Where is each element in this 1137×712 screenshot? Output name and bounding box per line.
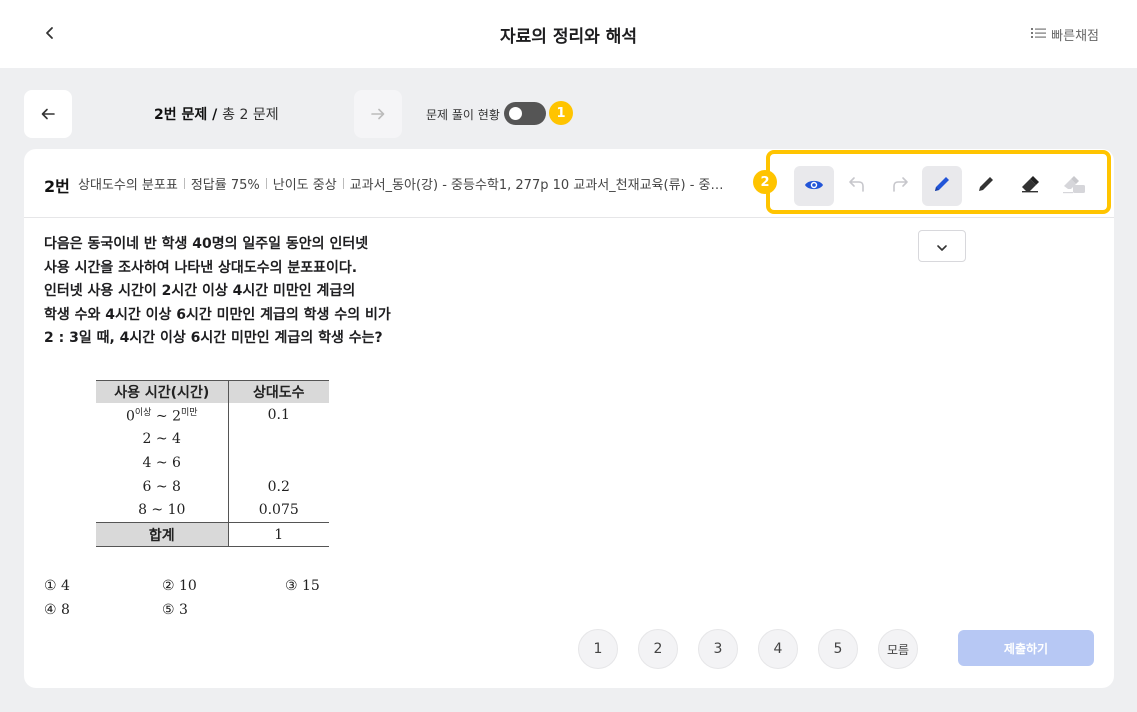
more-dropdown-button[interactable] bbox=[918, 230, 966, 262]
table-row: 0이상 ~ 2미만 0.1 bbox=[96, 402, 329, 427]
callout-badge-1: 1 bbox=[549, 101, 573, 125]
clear-all-button[interactable] bbox=[1054, 166, 1094, 206]
table-cell-value: 0.075 bbox=[258, 502, 299, 519]
top-bar: 자료의 정리와 해석 빠른채점 bbox=[0, 0, 1137, 68]
black-pen-button[interactable] bbox=[966, 166, 1006, 206]
choice-1[interactable]: ① 4 bbox=[44, 578, 70, 594]
question-line: 인터넷 사용 시간이 2시간 이상 4시간 미만인 계급의 bbox=[44, 283, 356, 299]
answer-button-3[interactable]: 3 bbox=[698, 629, 738, 669]
redo-icon bbox=[891, 175, 909, 197]
meta-divider bbox=[265, 178, 267, 189]
table-cell-value: 0.2 bbox=[267, 478, 290, 495]
chevron-down-icon bbox=[936, 237, 948, 256]
meta-correct-rate: 정답률 75% bbox=[190, 178, 260, 193]
question-header: 2번 상대도수의 분포표 정답률 75% 난이도 중상 교과서_동아(강) - … bbox=[24, 149, 1114, 218]
callout-badge-2: 2 bbox=[753, 170, 777, 194]
question-number: 2번 bbox=[44, 177, 70, 196]
next-problem-button[interactable] bbox=[354, 90, 402, 138]
table-row: 4 ~ 6 bbox=[96, 450, 329, 475]
table-cell-value bbox=[228, 427, 329, 451]
range-from-sup: 이상 bbox=[134, 407, 152, 418]
meta-divider bbox=[183, 178, 185, 189]
table-total-label: 합계 bbox=[96, 522, 229, 547]
question-line: 다음은 동국이네 반 학생 40명의 일주일 동안의 인터넷 bbox=[44, 236, 369, 252]
quick-grade-label: 빠른채점 bbox=[1051, 29, 1099, 44]
arrow-left-icon bbox=[41, 105, 55, 124]
eraser-button[interactable] bbox=[1010, 166, 1050, 206]
choice-4[interactable]: ④ 8 bbox=[44, 602, 70, 618]
redo-button[interactable] bbox=[880, 166, 920, 206]
pen-blue-icon bbox=[932, 174, 952, 198]
clear-all-icon bbox=[1061, 173, 1087, 199]
table-cell-value bbox=[228, 451, 329, 475]
view-toggle-button[interactable] bbox=[794, 166, 834, 206]
prev-problem-button[interactable] bbox=[24, 90, 72, 138]
answer-button-2[interactable]: 2 bbox=[638, 629, 678, 669]
choice-2[interactable]: ② 10 bbox=[162, 578, 197, 594]
question-line: 2 : 3일 때, 4시간 이상 6시간 미만인 계급의 학생 수는? bbox=[44, 330, 383, 346]
solve-status-label: 문제 풀이 현황 bbox=[426, 108, 500, 122]
table-total-value: 1 bbox=[228, 522, 329, 547]
range-to-sup: 미만 bbox=[180, 407, 198, 418]
table-header-relative-frequency: 상대도수 bbox=[228, 380, 329, 403]
page-title: 자료의 정리와 해석 bbox=[500, 27, 637, 47]
toggle-knob bbox=[509, 107, 522, 120]
table-cell-value: 0.1 bbox=[267, 406, 290, 423]
problem-counter-sep: / bbox=[207, 107, 223, 123]
answer-button-unknown[interactable]: 모름 bbox=[878, 629, 918, 669]
table-total-row: 합계 1 bbox=[96, 522, 329, 547]
drawing-toolbar bbox=[766, 150, 1111, 214]
table-header-time: 사용 시간(시간) bbox=[96, 380, 229, 403]
meta-topic: 상대도수의 분포표 bbox=[78, 178, 178, 193]
frequency-table: 사용 시간(시간) 상대도수 0이상 ~ 2미만 0.1 2 ~ 4 4 ~ 6… bbox=[96, 380, 329, 547]
table-cell-range: 8 ~ 10 bbox=[96, 498, 229, 523]
table-cell-range: 0이상 ~ 2미만 bbox=[96, 402, 229, 427]
answer-button-5[interactable]: 5 bbox=[818, 629, 858, 669]
submit-button[interactable]: 제출하기 bbox=[958, 630, 1094, 666]
table-cell-range: 4 ~ 6 bbox=[96, 450, 229, 475]
problem-counter: 2번 문제 / 총 2 문제 bbox=[154, 104, 279, 124]
table-row: 6 ~ 8 0.2 bbox=[96, 474, 329, 499]
range-sep: ~ bbox=[151, 408, 173, 425]
question-line: 사용 시간을 조사하여 나타낸 상대도수의 분포표이다. bbox=[44, 259, 358, 276]
question-line: 학생 수와 4시간 이상 6시간 미만인 계급의 학생 수의 비가 bbox=[44, 306, 391, 323]
solve-status-toggle[interactable] bbox=[504, 102, 546, 125]
pen-black-icon bbox=[976, 174, 996, 198]
table-cell-range: 2 ~ 4 bbox=[96, 426, 229, 451]
question-text: 다음은 동국이네 반 학생 40명의 일주일 동안의 인터넷 사용 시간을 조사… bbox=[44, 233, 391, 351]
list-icon bbox=[1031, 27, 1047, 43]
answer-button-4[interactable]: 4 bbox=[758, 629, 798, 669]
question-meta: 상대도수의 분포표 정답률 75% 난이도 중상 교과서_동아(강) - 중등수… bbox=[78, 174, 754, 193]
quick-grade-button[interactable]: 빠른채점 bbox=[1031, 25, 1099, 44]
choice-3[interactable]: ③ 15 bbox=[285, 578, 320, 594]
eraser-icon bbox=[1020, 175, 1040, 197]
arrow-right-icon bbox=[371, 105, 385, 124]
table-row: 2 ~ 4 bbox=[96, 426, 329, 451]
range-to: 2 bbox=[172, 408, 181, 425]
table-header-row: 사용 시간(시간) 상대도수 bbox=[96, 380, 329, 403]
problem-counter-total: 총 2 문제 bbox=[222, 107, 279, 123]
meta-divider bbox=[342, 178, 344, 189]
table-cell-range: 6 ~ 8 bbox=[96, 474, 229, 499]
meta-source: 교과서_동아(강) - 중등수학1, 277p 10 교과서_천재교육(류) -… bbox=[349, 178, 724, 193]
answer-button-1[interactable]: 1 bbox=[578, 629, 618, 669]
undo-icon bbox=[848, 175, 866, 197]
eye-icon bbox=[804, 177, 824, 196]
blue-pen-button[interactable] bbox=[922, 166, 962, 206]
meta-difficulty: 난이도 중상 bbox=[272, 178, 337, 193]
range-from: 0 bbox=[125, 408, 135, 425]
choice-5[interactable]: ⑤ 3 bbox=[162, 602, 188, 618]
undo-button[interactable] bbox=[837, 166, 877, 206]
table-row: 8 ~ 10 0.075 bbox=[96, 498, 329, 523]
question-card: 2번 상대도수의 분포표 정답률 75% 난이도 중상 교과서_동아(강) - … bbox=[24, 149, 1114, 688]
problem-counter-current: 2번 문제 bbox=[154, 107, 208, 123]
